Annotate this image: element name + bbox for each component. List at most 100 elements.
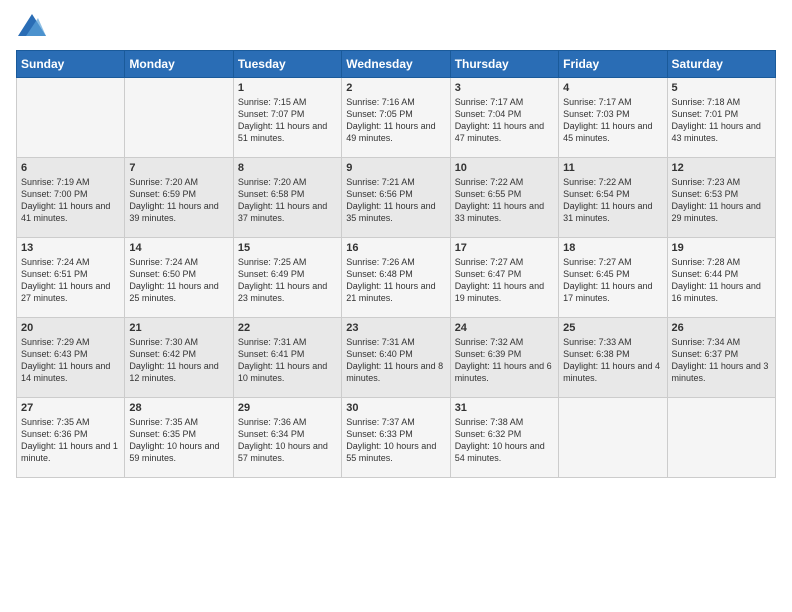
day-info: Sunrise: 7:15 AM Sunset: 7:07 PM Dayligh… [238,96,337,145]
day-number: 1 [238,82,337,94]
day-info: Sunrise: 7:33 AM Sunset: 6:38 PM Dayligh… [563,336,662,385]
calendar-cell: 16 Sunrise: 7:26 AM Sunset: 6:48 PM Dayli… [342,238,450,318]
day-info: Sunrise: 7:35 AM Sunset: 6:35 PM Dayligh… [129,416,228,465]
calendar-cell: 19 Sunrise: 7:28 AM Sunset: 6:44 PM Dayli… [667,238,775,318]
day-number: 15 [238,242,337,254]
day-number: 8 [238,162,337,174]
day-info: Sunrise: 7:27 AM Sunset: 6:47 PM Dayligh… [455,256,554,305]
calendar-cell: 29 Sunrise: 7:36 AM Sunset: 6:34 PM Dayli… [233,398,341,478]
calendar-cell: 2 Sunrise: 7:16 AM Sunset: 7:05 PM Daylig… [342,78,450,158]
calendar-cell: 25 Sunrise: 7:33 AM Sunset: 6:38 PM Dayli… [559,318,667,398]
day-number: 30 [346,402,445,414]
day-info: Sunrise: 7:22 AM Sunset: 6:55 PM Dayligh… [455,176,554,225]
day-info: Sunrise: 7:28 AM Sunset: 6:44 PM Dayligh… [672,256,771,305]
calendar-cell [667,398,775,478]
day-info: Sunrise: 7:21 AM Sunset: 6:56 PM Dayligh… [346,176,445,225]
calendar-cell [17,78,125,158]
day-number: 16 [346,242,445,254]
day-info: Sunrise: 7:23 AM Sunset: 6:53 PM Dayligh… [672,176,771,225]
day-number: 26 [672,322,771,334]
day-info: Sunrise: 7:29 AM Sunset: 6:43 PM Dayligh… [21,336,120,385]
day-info: Sunrise: 7:24 AM Sunset: 6:50 PM Dayligh… [129,256,228,305]
header-monday: Monday [125,51,233,78]
calendar-cell: 17Sunrise: 7:27 AM Sunset: 6:47 PM Dayli… [450,238,558,318]
day-info: Sunrise: 7:31 AM Sunset: 6:40 PM Dayligh… [346,336,445,385]
day-number: 19 [672,242,771,254]
calendar-cell: 14 Sunrise: 7:24 AM Sunset: 6:50 PM Dayli… [125,238,233,318]
day-number: 25 [563,322,662,334]
day-number: 9 [346,162,445,174]
day-info: Sunrise: 7:19 AM Sunset: 7:00 PM Dayligh… [21,176,120,225]
calendar-cell: 11 Sunrise: 7:22 AM Sunset: 6:54 PM Dayli… [559,158,667,238]
day-info: Sunrise: 7:36 AM Sunset: 6:34 PM Dayligh… [238,416,337,465]
day-number: 13 [21,242,120,254]
calendar-cell: 6 Sunrise: 7:19 AM Sunset: 7:00 PM Daylig… [17,158,125,238]
calendar-cell: 1 Sunrise: 7:15 AM Sunset: 7:07 PM Daylig… [233,78,341,158]
calendar-cell [125,78,233,158]
calendar-cell: 20Sunrise: 7:29 AM Sunset: 6:43 PM Dayli… [17,318,125,398]
calendar-cell: 15 Sunrise: 7:25 AM Sunset: 6:49 PM Dayli… [233,238,341,318]
calendar-cell: 30 Sunrise: 7:37 AM Sunset: 6:33 PM Dayli… [342,398,450,478]
calendar-cell: 18Sunrise: 7:27 AM Sunset: 6:45 PM Dayli… [559,238,667,318]
day-info: Sunrise: 7:16 AM Sunset: 7:05 PM Dayligh… [346,96,445,145]
calendar-cell: 7 Sunrise: 7:20 AM Sunset: 6:59 PM Daylig… [125,158,233,238]
calendar-cell: 24Sunrise: 7:32 AM Sunset: 6:39 PM Dayli… [450,318,558,398]
day-info: Sunrise: 7:30 AM Sunset: 6:42 PM Dayligh… [129,336,228,385]
header-tuesday: Tuesday [233,51,341,78]
day-info: Sunrise: 7:20 AM Sunset: 6:58 PM Dayligh… [238,176,337,225]
day-info: Sunrise: 7:31 AM Sunset: 6:41 PM Dayligh… [238,336,337,385]
calendar-cell [559,398,667,478]
day-info: Sunrise: 7:38 AM Sunset: 6:32 PM Dayligh… [455,416,554,465]
day-number: 5 [672,82,771,94]
day-number: 29 [238,402,337,414]
day-number: 23 [346,322,445,334]
header-friday: Friday [559,51,667,78]
day-number: 21 [129,322,228,334]
day-number: 7 [129,162,228,174]
header-row: SundayMondayTuesdayWednesdayThursdayFrid… [17,51,776,78]
calendar-cell: 21 Sunrise: 7:30 AM Sunset: 6:42 PM Dayli… [125,318,233,398]
day-info: Sunrise: 7:25 AM Sunset: 6:49 PM Dayligh… [238,256,337,305]
header-sunday: Sunday [17,51,125,78]
calendar-cell: 4 Sunrise: 7:17 AM Sunset: 7:03 PM Daylig… [559,78,667,158]
logo-text [16,16,46,38]
day-number: 27 [21,402,120,414]
day-info: Sunrise: 7:34 AM Sunset: 6:37 PM Dayligh… [672,336,771,385]
day-number: 31 [455,402,554,414]
calendar-cell: 5 Sunrise: 7:18 AM Sunset: 7:01 PM Daylig… [667,78,775,158]
day-info: Sunrise: 7:22 AM Sunset: 6:54 PM Dayligh… [563,176,662,225]
week-row-2: 6 Sunrise: 7:19 AM Sunset: 7:00 PM Daylig… [17,158,776,238]
day-info: Sunrise: 7:26 AM Sunset: 6:48 PM Dayligh… [346,256,445,305]
day-number: 3 [455,82,554,94]
day-info: Sunrise: 7:17 AM Sunset: 7:04 PM Dayligh… [455,96,554,145]
calendar-cell: 23 Sunrise: 7:31 AM Sunset: 6:40 PM Dayli… [342,318,450,398]
day-info: Sunrise: 7:20 AM Sunset: 6:59 PM Dayligh… [129,176,228,225]
header-saturday: Saturday [667,51,775,78]
calendar-cell: 3 Sunrise: 7:17 AM Sunset: 7:04 PM Daylig… [450,78,558,158]
page-header [16,16,776,38]
calendar-cell: 22Sunrise: 7:31 AM Sunset: 6:41 PM Dayli… [233,318,341,398]
calendar-cell: 31 Sunrise: 7:38 AM Sunset: 6:32 PM Dayli… [450,398,558,478]
day-info: Sunrise: 7:32 AM Sunset: 6:39 PM Dayligh… [455,336,554,385]
calendar-cell: 12 Sunrise: 7:23 AM Sunset: 6:53 PM Dayli… [667,158,775,238]
week-row-3: 13Sunrise: 7:24 AM Sunset: 6:51 PM Dayli… [17,238,776,318]
header-thursday: Thursday [450,51,558,78]
week-row-4: 20Sunrise: 7:29 AM Sunset: 6:43 PM Dayli… [17,318,776,398]
day-info: Sunrise: 7:18 AM Sunset: 7:01 PM Dayligh… [672,96,771,145]
day-number: 12 [672,162,771,174]
calendar-cell: 27Sunrise: 7:35 AM Sunset: 6:36 PM Dayli… [17,398,125,478]
day-number: 2 [346,82,445,94]
day-number: 28 [129,402,228,414]
day-info: Sunrise: 7:17 AM Sunset: 7:03 PM Dayligh… [563,96,662,145]
logo [16,16,46,38]
day-number: 4 [563,82,662,94]
day-info: Sunrise: 7:27 AM Sunset: 6:45 PM Dayligh… [563,256,662,305]
calendar-cell: 13Sunrise: 7:24 AM Sunset: 6:51 PM Dayli… [17,238,125,318]
day-number: 11 [563,162,662,174]
week-row-1: 1 Sunrise: 7:15 AM Sunset: 7:07 PM Daylig… [17,78,776,158]
day-number: 6 [21,162,120,174]
day-number: 14 [129,242,228,254]
calendar-cell: 8 Sunrise: 7:20 AM Sunset: 6:58 PM Daylig… [233,158,341,238]
day-info: Sunrise: 7:37 AM Sunset: 6:33 PM Dayligh… [346,416,445,465]
calendar-header: SundayMondayTuesdayWednesdayThursdayFrid… [17,51,776,78]
